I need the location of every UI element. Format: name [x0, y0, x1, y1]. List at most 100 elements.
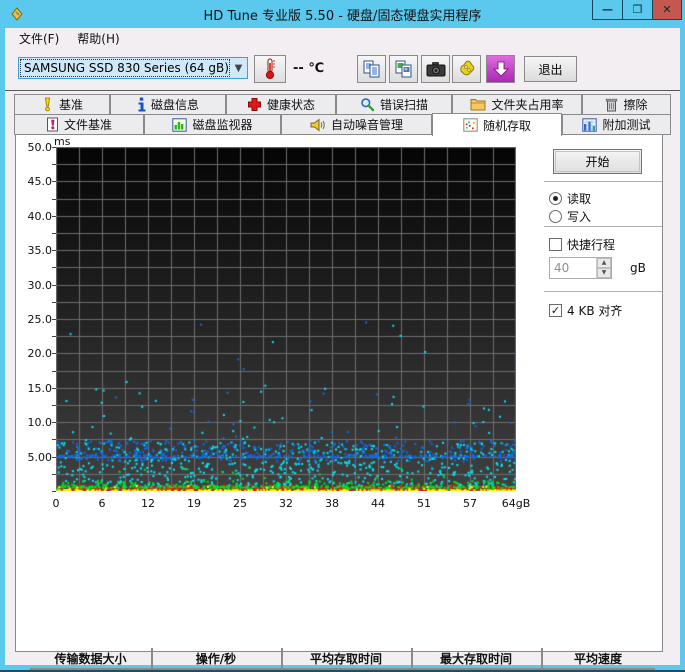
disk-monitor-icon [172, 118, 187, 132]
read-option[interactable]: 读取 [549, 190, 591, 207]
tab-random-access[interactable]: 随机存取 [432, 113, 562, 136]
stepper-up-button[interactable]: ▲ [597, 258, 611, 268]
write-label: 写入 [567, 208, 591, 225]
quick-run-size-stepper[interactable]: 40 ▲ ▼ [549, 257, 612, 279]
chevron-down-icon[interactable]: ▼ [230, 63, 247, 74]
y-axis-tickmark [52, 216, 56, 217]
drive-select[interactable]: SAMSUNG SSD 830 Series (64 gB) ▼ [18, 57, 248, 79]
copy-image-icon [394, 59, 414, 79]
y-axis-tickmark [52, 422, 56, 423]
y-axis-tickmark [52, 371, 56, 372]
tab-extra-tests[interactable]: 附加测试 [562, 114, 671, 135]
y-axis-tickmark [52, 336, 56, 337]
tab-folder-usage[interactable]: 文件夹占用率 [452, 94, 582, 115]
y-axis-tickmark [52, 302, 56, 303]
update-button[interactable] [486, 55, 515, 83]
temperature-readout: -- ℃ [293, 61, 324, 76]
y-axis-tickmark [52, 147, 56, 148]
y-axis-tick: 25.0 [21, 313, 52, 326]
maximize-button[interactable]: ❐ [622, 0, 653, 20]
tab-label: 附加测试 [602, 116, 650, 133]
y-axis-tickmark [52, 491, 56, 492]
random-access-chart [56, 147, 516, 491]
read-label: 读取 [567, 190, 591, 207]
header-underline [30, 668, 655, 670]
write-option[interactable]: 写入 [549, 208, 591, 225]
read-radio[interactable] [549, 192, 562, 205]
x-axis-tick: 12 [126, 497, 170, 510]
titlebar: HD Tune 专业版 5.50 - 硬盘/固态硬盘实用程序 — ❐ ✕ [0, 0, 685, 28]
x-axis-tick: 25 [218, 497, 262, 510]
quick-run-size-value[interactable]: 40 [550, 258, 596, 278]
y-axis-tickmark [52, 267, 56, 268]
divider [544, 226, 662, 227]
column-header: 传输数据大小 [30, 650, 151, 667]
tab-label: 磁盘信息 [151, 96, 199, 113]
tab-file-benchmark[interactable]: 文件基准 [14, 114, 144, 135]
speaker-icon [310, 118, 326, 132]
y-axis-tickmark [52, 285, 56, 286]
close-button[interactable]: ✕ [652, 0, 682, 20]
x-axis-tick: 32 [264, 497, 308, 510]
window-title: HD Tune 专业版 5.50 - 硬盘/固态硬盘实用程序 [0, 5, 685, 24]
scatter-icon [463, 118, 478, 132]
folder-icon [470, 98, 486, 111]
x-axis-tick: 19 [172, 497, 216, 510]
write-radio[interactable] [549, 210, 562, 223]
divider [544, 291, 662, 292]
y-axis-tick: 35.0 [21, 244, 52, 257]
y-axis-tick: 5.00 [21, 451, 52, 464]
y-axis-tickmark [52, 233, 56, 234]
menubar: 文件(F) 帮助(H) [5, 28, 680, 48]
camera-icon [426, 61, 446, 77]
column-header: 操作/秒 [151, 650, 281, 667]
tab-label: 随机存取 [483, 117, 531, 134]
copy-text-icon [362, 59, 382, 79]
column-header: 最大存取时间 [411, 650, 541, 667]
temperature-button[interactable] [254, 55, 286, 83]
info-icon [137, 97, 146, 112]
trash-icon [605, 97, 618, 112]
tab-error-scan[interactable]: 错误扫描 [336, 94, 452, 115]
options-button[interactable] [452, 55, 481, 83]
y-axis-tick: 50.0 [21, 141, 52, 154]
menu-file[interactable]: 文件(F) [10, 28, 68, 49]
tab-benchmark[interactable]: 基准 [14, 94, 110, 115]
x-axis-tick: 0 [34, 497, 78, 510]
quick-run-checkbox[interactable] [549, 238, 562, 251]
y-axis-tickmark [52, 250, 56, 251]
tab-aam[interactable]: 自动噪音管理 [281, 114, 432, 135]
quick-run-option[interactable]: 快捷行程 [549, 236, 615, 253]
align-option[interactable]: ✓ 4 KB 对齐 [549, 302, 622, 319]
tab-label: 健康状态 [267, 96, 315, 113]
exit-button[interactable]: 退出 [524, 56, 577, 82]
column-header: 平均速度 [541, 650, 655, 667]
drive-select-value: SAMSUNG SSD 830 Series (64 gB) [21, 60, 229, 76]
copy-image-button[interactable] [389, 55, 418, 83]
tab-disk-info[interactable]: 磁盘信息 [110, 94, 226, 115]
start-button[interactable]: 开始 [553, 149, 642, 174]
stepper-down-button[interactable]: ▼ [597, 268, 611, 278]
screenshot-button[interactable] [421, 55, 450, 83]
tab-health[interactable]: 健康状态 [226, 94, 336, 115]
quick-run-label: 快捷行程 [567, 236, 615, 253]
x-axis-tick: 38 [310, 497, 354, 510]
minimize-button[interactable]: — [592, 0, 623, 20]
y-axis-tickmark [52, 353, 56, 354]
y-axis-tickmark [52, 405, 56, 406]
divider [544, 181, 662, 182]
temperature-unit: ℃ [308, 61, 324, 76]
tab-label: 文件基准 [64, 116, 112, 133]
y-axis-tick: 15.0 [21, 382, 52, 395]
align-checkbox[interactable]: ✓ [549, 304, 562, 317]
magnifier-icon [360, 97, 375, 112]
tab-erase[interactable]: 擦除 [582, 94, 671, 115]
client-area: 文件(F) 帮助(H) SAMSUNG SSD 830 Series (64 g… [5, 28, 680, 665]
tab-label: 基准 [59, 96, 83, 113]
tab-label: 擦除 [623, 96, 647, 113]
y-axis-tickmark [52, 439, 56, 440]
menu-help[interactable]: 帮助(H) [68, 28, 128, 49]
copy-text-button[interactable] [357, 55, 386, 83]
tab-disk-monitor[interactable]: 磁盘监视器 [144, 114, 281, 135]
x-axis-tick: 51 [402, 497, 446, 510]
